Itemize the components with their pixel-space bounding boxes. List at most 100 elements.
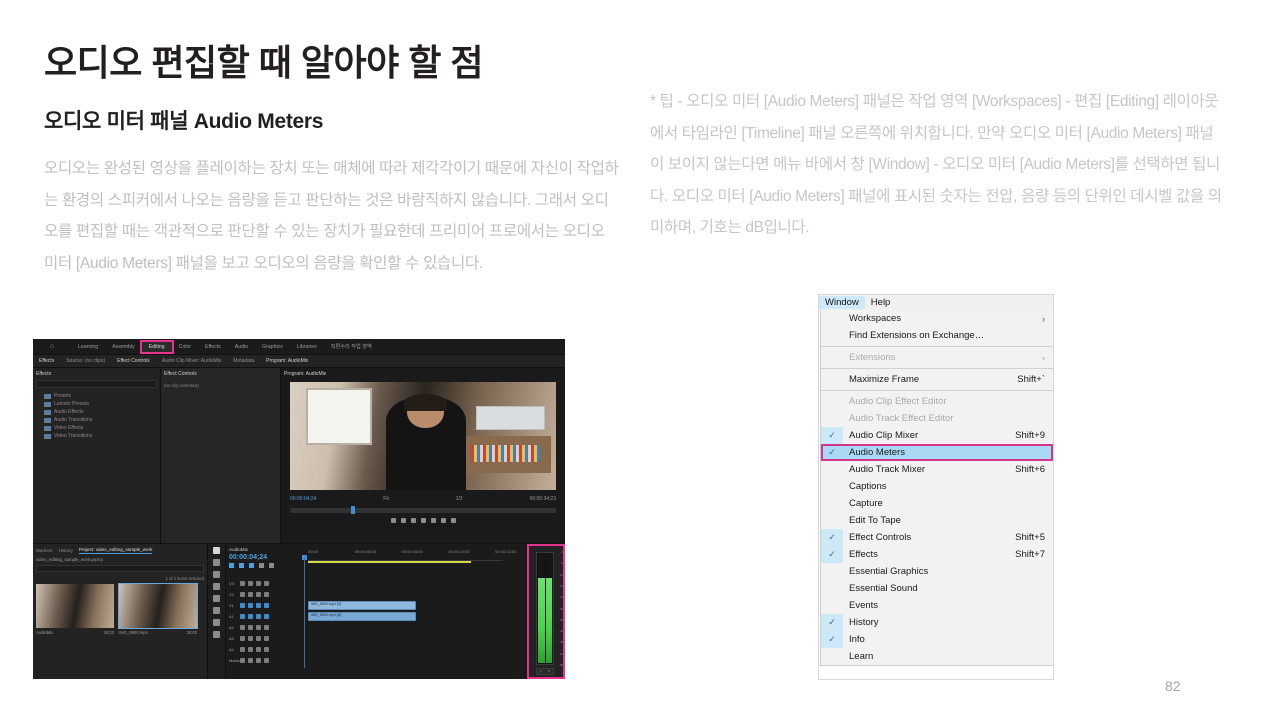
effects-tree-item[interactable]: Presets (36, 392, 157, 400)
monitor-quality-label[interactable]: 1/2 (456, 496, 463, 502)
track-mute-icon[interactable] (256, 624, 261, 630)
track-target-icon[interactable] (248, 613, 253, 619)
menu-item-workspaces[interactable]: Workspaces › (821, 310, 1053, 327)
menu-item-find-extensions-on-exchange[interactable]: Find Extensions on Exchange… (821, 327, 1053, 344)
track-mute-icon[interactable] (256, 602, 261, 608)
project-search-input[interactable] (36, 565, 204, 572)
workspace-tab-editing[interactable]: Editing (139, 339, 174, 354)
track-mute-icon[interactable] (256, 591, 261, 597)
menu-item-history[interactable]: ✓ History (821, 614, 1053, 631)
track-eye-icon[interactable] (264, 591, 269, 597)
effects-tree-item[interactable]: Audio Effects (36, 408, 157, 416)
track-eye-icon[interactable] (264, 580, 269, 586)
menu-item-effect-controls[interactable]: ✓ Effect Controls Shift+5 (821, 529, 1053, 546)
monitor-fit-label[interactable]: Fit (383, 496, 389, 502)
track-lock-icon[interactable] (240, 624, 245, 630)
workspace-tab-effects[interactable]: Effects (198, 342, 228, 352)
track-eye-icon[interactable] (264, 602, 269, 608)
menubar-item-help[interactable]: Help (865, 296, 897, 309)
lift-icon[interactable] (440, 518, 446, 523)
menu-item-maximize-frame[interactable]: Maximize Frame Shift+` (821, 371, 1053, 388)
workspace-tab-assembly[interactable]: Assembly (105, 342, 142, 352)
marker-icon[interactable] (249, 563, 254, 568)
step-forward-icon[interactable] (430, 518, 436, 523)
timeline-clip[interactable]: IMG_8900.mp4 [A] (308, 612, 417, 621)
effects-tree-item[interactable]: Audio Transitions (36, 416, 157, 424)
track-target-icon[interactable] (248, 624, 253, 630)
track-eye-icon[interactable] (264, 635, 269, 641)
track-lock-icon[interactable] (240, 613, 245, 619)
track-target-icon[interactable] (248, 646, 253, 652)
track-target-icon[interactable] (248, 635, 253, 641)
workspace-tab-직편수리-작업-영역[interactable]: 직편수리 작업 영역 (324, 341, 379, 352)
track-lock-icon[interactable] (240, 646, 245, 652)
track-mute-icon[interactable] (256, 580, 261, 586)
project-tab-2[interactable]: Project: video_editing_sample_work (78, 547, 153, 554)
workspace-tab-learning[interactable]: Learning (71, 342, 105, 352)
menu-item-events[interactable]: Events (821, 597, 1053, 614)
track-lock-icon[interactable] (240, 602, 245, 608)
timeline-track-a2[interactable]: A2 (229, 622, 503, 632)
track-lock-icon[interactable] (240, 591, 245, 597)
track-mute-icon[interactable] (256, 646, 261, 652)
menu-item-audio-clip-effect-editor[interactable]: Audio Clip Effect Editor (821, 393, 1053, 410)
track-lock-icon[interactable] (240, 580, 245, 586)
menu-item-extensions[interactable]: Extensions › (821, 349, 1053, 366)
ripple-edit-tool-icon[interactable] (213, 571, 220, 578)
project-item[interactable]: AudioMix 34;23 (36, 584, 114, 635)
panel-tab-0[interactable]: Effects (33, 358, 60, 364)
timeline-clip[interactable]: IMG_8900.mp4 [V] (308, 601, 417, 610)
menu-item-audio-meters[interactable]: ✓ Audio Meters (821, 444, 1053, 461)
track-mute-icon[interactable] (256, 657, 261, 663)
track-mute-icon[interactable] (256, 635, 261, 641)
panel-tab-4[interactable]: Metadata (227, 358, 260, 364)
timeline-track-a4[interactable]: A4 (229, 644, 503, 654)
track-eye-icon[interactable] (264, 657, 269, 663)
track-target-icon[interactable] (248, 602, 253, 608)
timeline-track-master[interactable]: Master (229, 655, 503, 665)
marker-out-icon[interactable] (400, 518, 406, 523)
track-mute-icon[interactable] (256, 613, 261, 619)
track-eye-icon[interactable] (264, 613, 269, 619)
track-eye-icon[interactable] (264, 646, 269, 652)
snap-icon[interactable] (229, 563, 234, 568)
menu-item-capture[interactable]: Capture (821, 495, 1053, 512)
linked-selection-icon[interactable] (239, 563, 244, 568)
menu-item-audio-track-mixer[interactable]: Audio Track Mixer Shift+6 (821, 461, 1053, 478)
monitor-current-time[interactable]: 00:00:04;24 (290, 496, 316, 502)
panel-tab-2[interactable]: Effect Controls (111, 358, 156, 364)
razor-tool-icon[interactable] (213, 583, 220, 590)
workspace-tab-graphics[interactable]: Graphics (255, 342, 290, 352)
menu-item-essential-sound[interactable]: Essential Sound (821, 580, 1053, 597)
timeline-settings-icon[interactable] (269, 563, 274, 568)
workspace-tab-color[interactable]: Color (172, 342, 198, 352)
track-eye-icon[interactable] (264, 624, 269, 630)
menu-item-effects[interactable]: ✓ Effects Shift+7 (821, 546, 1053, 563)
panel-tab-1[interactable]: Source: (no clips) (60, 358, 111, 364)
project-item[interactable]: IMG_8900.mp4 30;02 (118, 583, 198, 635)
timeline-ruler[interactable]: 00:00 00:00:08;00 00:00:16;00 00:00:24;00 00… (308, 549, 516, 561)
add-marker-icon[interactable] (259, 563, 264, 568)
effects-tree-item[interactable]: Video Transitions (36, 432, 157, 440)
effects-tree-item[interactable]: Video Effects (36, 424, 157, 432)
menu-item-essential-graphics[interactable]: Essential Graphics (821, 563, 1053, 580)
slip-tool-icon[interactable] (213, 595, 220, 602)
audio-meters-panel[interactable]: 0 -6 -12 -18 -24 -30 -36 -42 -48 -54 dB L R (527, 544, 565, 679)
home-icon[interactable]: ⌂ (33, 343, 71, 350)
menu-item-learn[interactable]: Learn (821, 648, 1053, 665)
track-select-tool-icon[interactable] (213, 559, 220, 566)
hand-tool-icon[interactable] (213, 619, 220, 626)
menu-item-audio-track-effect-editor[interactable]: Audio Track Effect Editor (821, 410, 1053, 427)
project-tab-1[interactable]: History (59, 548, 73, 553)
project-tab-0[interactable]: Markers (36, 548, 53, 553)
marker-in-icon[interactable] (390, 518, 396, 523)
selection-tool-icon[interactable] (213, 547, 220, 554)
pen-tool-icon[interactable] (213, 607, 220, 614)
play-icon[interactable] (420, 518, 426, 523)
workspace-tab-libraries[interactable]: Libraries (290, 342, 324, 352)
panel-tab-3[interactable]: Audio Clip Mixer: AudioMix (156, 358, 227, 364)
track-target-icon[interactable] (248, 580, 253, 586)
step-back-icon[interactable] (410, 518, 416, 523)
timeline-panel[interactable]: AudioMix 00:00:04;24 00:00 00:00:08;00 00:… (226, 544, 527, 679)
extract-icon[interactable] (450, 518, 456, 523)
